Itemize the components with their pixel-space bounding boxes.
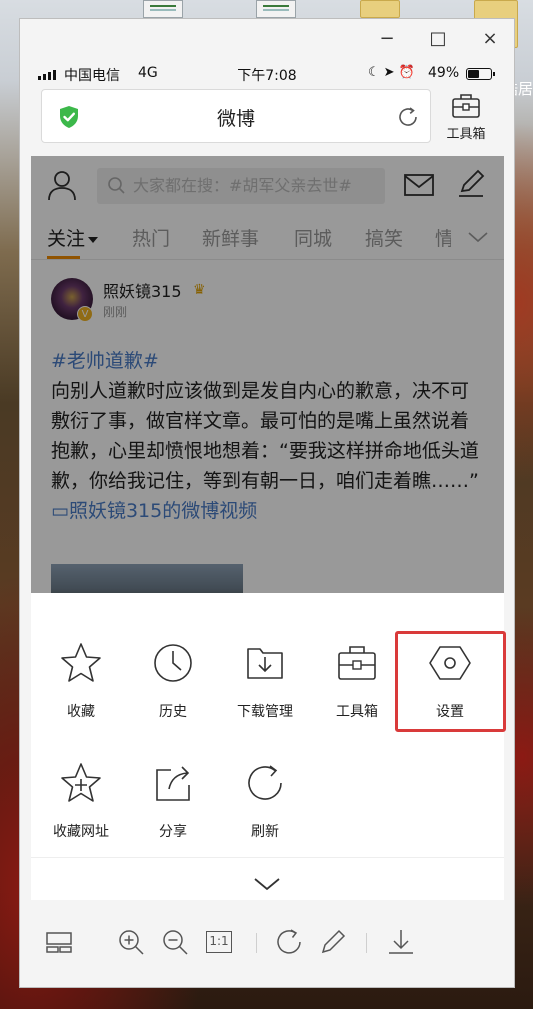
maximize-button[interactable]: □	[426, 27, 450, 51]
minimize-button[interactable]: −	[375, 27, 399, 51]
menu-item-favorites[interactable]: 收藏	[41, 641, 121, 741]
settings-highlight-box	[395, 631, 506, 732]
close-button[interactable]: ×	[478, 27, 502, 51]
toolbar-separator	[366, 933, 367, 953]
toolbox-icon	[452, 94, 480, 118]
refresh-icon	[248, 765, 282, 800]
menu-item-bookmark-url[interactable]: 收藏网址	[41, 761, 121, 861]
battery-icon	[466, 68, 495, 80]
menu-label: 下载管理	[237, 704, 293, 720]
browser-window: − □ × 中国电信 4G 下午7:08 ☾➤⏰ 49% 微博 工具箱 大家都在…	[19, 18, 515, 988]
menu-label: 刷新	[251, 824, 279, 840]
share-icon	[156, 766, 190, 801]
tabs-overview-icon[interactable]	[44, 927, 74, 957]
status-icons: ☾➤⏰	[368, 65, 419, 80]
desktop-folder-icon[interactable]	[360, 0, 400, 18]
zoom-out-icon[interactable]	[160, 927, 190, 957]
menu-item-downloads[interactable]: 下载管理	[225, 641, 305, 741]
phone-status-bar: 中国电信 4G 下午7:08 ☾➤⏰ 49%	[20, 61, 514, 87]
actual-size-label: 1:1	[209, 934, 229, 948]
edit-pencil-icon[interactable]	[318, 927, 348, 957]
menu-label: 收藏	[67, 704, 95, 720]
menu-item-share[interactable]: 分享	[133, 761, 213, 861]
menu-label: 分享	[159, 824, 187, 840]
location-icon: ➤	[383, 65, 399, 80]
zoom-in-icon[interactable]	[116, 927, 146, 957]
toolbox-icon	[338, 646, 376, 680]
moon-icon: ☾	[368, 65, 384, 80]
download-folder-icon	[247, 648, 283, 679]
menu-divider	[31, 857, 504, 858]
address-bar[interactable]: 微博	[41, 89, 431, 143]
collapse-menu-icon[interactable]	[247, 869, 287, 899]
alarm-icon: ⏰	[398, 65, 419, 80]
title-bar: − □ ×	[20, 19, 514, 61]
actual-size-button[interactable]: 1:1	[206, 931, 232, 953]
menu-item-toolbox[interactable]: 工具箱	[317, 641, 397, 741]
battery-percent: 49%	[428, 65, 460, 81]
menu-item-history[interactable]: 历史	[133, 641, 213, 741]
clock-icon	[154, 644, 192, 682]
dim-overlay[interactable]	[31, 156, 504, 593]
toolbar-separator	[256, 933, 257, 953]
star-add-icon	[61, 763, 101, 802]
bottom-toolbar: 1:1	[20, 901, 514, 981]
page-title: 微博	[216, 108, 255, 130]
toolbox-button[interactable]: 工具箱	[438, 89, 494, 145]
menu-item-refresh[interactable]: 刷新	[225, 761, 305, 861]
toolbox-label: 工具箱	[446, 127, 486, 142]
desktop-spreadsheet-icon[interactable]	[256, 0, 296, 18]
menu-label: 历史	[159, 704, 187, 720]
download-icon[interactable]	[386, 927, 416, 957]
reload-icon[interactable]	[396, 105, 420, 129]
rotate-icon[interactable]	[274, 927, 304, 957]
browser-menu-sheet: 收藏 历史 下载管理 工具箱 设置 收藏网址 分享 刷新	[31, 593, 506, 900]
menu-label: 工具箱	[336, 704, 378, 720]
star-icon	[61, 643, 101, 682]
menu-label: 收藏网址	[53, 824, 109, 840]
desktop-spreadsheet-icon[interactable]	[143, 0, 183, 18]
